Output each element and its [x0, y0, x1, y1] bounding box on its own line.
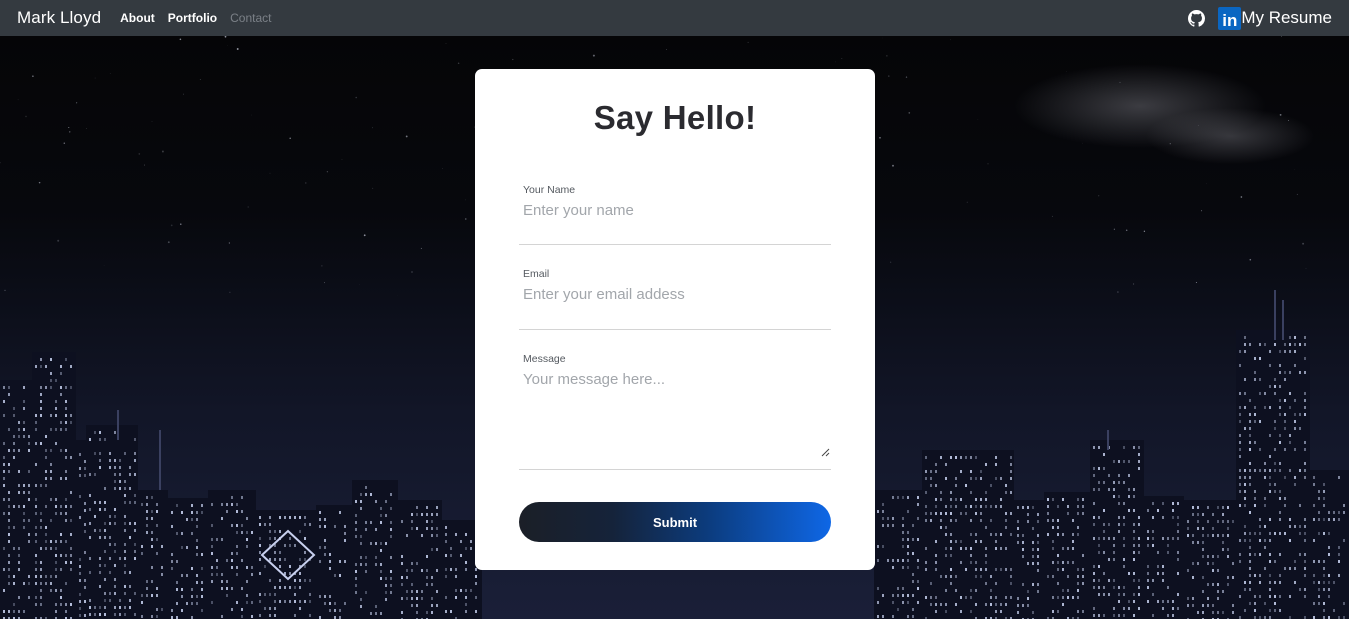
resume-link[interactable]: in My Resume: [1218, 6, 1332, 30]
contact-form-card: Say Hello! Your Name Email Message Submi…: [475, 69, 875, 570]
email-label: Email: [523, 268, 550, 280]
name-field-group: Your Name: [519, 184, 831, 245]
email-field-group: Email: [519, 268, 831, 330]
github-link[interactable]: [1188, 9, 1218, 27]
github-icon: [1188, 9, 1206, 27]
navbar-right-group: in My Resume: [1188, 6, 1332, 30]
form-title: Say Hello!: [593, 99, 757, 136]
brand-link[interactable]: Mark Lloyd: [17, 8, 101, 28]
top-navbar: Mark Lloyd About Portfolio Contact in My…: [0, 0, 1349, 36]
message-field-group: Message: [519, 353, 831, 470]
nav-link-contact[interactable]: Contact: [230, 11, 271, 25]
linkedin-icon: in: [1218, 6, 1242, 30]
nav-link-about[interactable]: About: [120, 11, 155, 25]
message-textarea[interactable]: [519, 371, 831, 451]
message-label: Message: [523, 353, 566, 365]
email-input[interactable]: [519, 286, 831, 303]
name-input[interactable]: [519, 202, 831, 219]
resize-handle-icon[interactable]: [821, 448, 830, 457]
nav-link-portfolio[interactable]: Portfolio: [168, 11, 217, 25]
submit-button[interactable]: Submit: [519, 502, 831, 542]
name-label: Your Name: [523, 184, 576, 196]
resume-label: My Resume: [1241, 8, 1332, 27]
